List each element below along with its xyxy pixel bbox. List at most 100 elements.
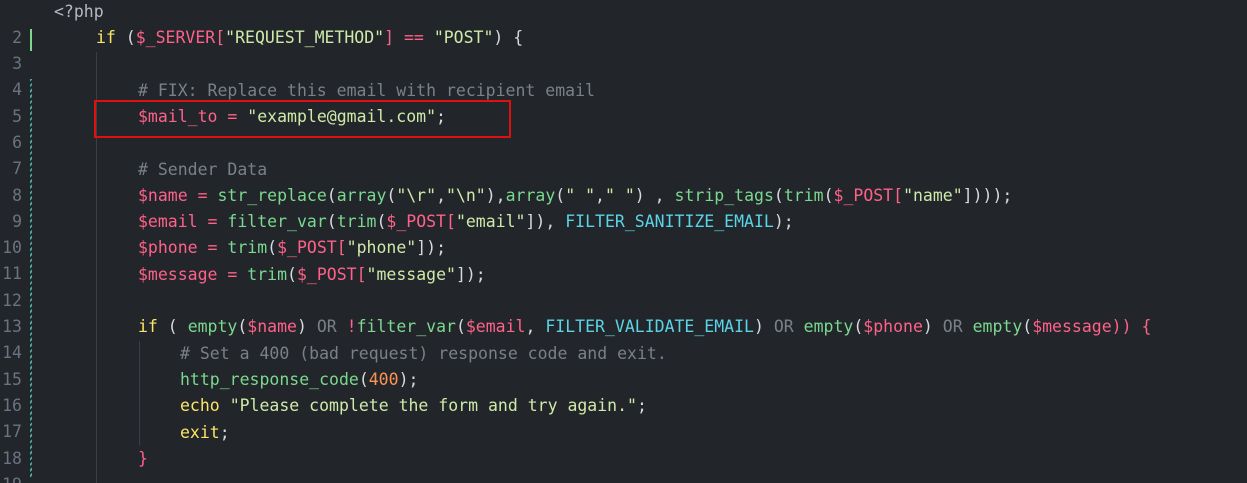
function: strip_tags (674, 186, 774, 205)
string: "phone" (346, 238, 417, 257)
token: ( (326, 212, 337, 231)
code-line[interactable]: 16 http_response_code(400); (0, 367, 1247, 415)
token: ) (753, 317, 774, 336)
string: "Please complete the form and try again.… (229, 396, 637, 415)
token: ; (436, 107, 446, 126)
string: "\n" (446, 186, 486, 205)
token: ]))); (962, 186, 1013, 205)
token: ), (485, 186, 506, 205)
token: ( (115, 28, 136, 47)
keyword: exit (180, 423, 220, 442)
token: [ (336, 238, 347, 257)
token: ( (773, 186, 784, 205)
code-editor[interactable]: 2 <?php 3 if ($_SERVER["REQUEST_METHOD"]… (0, 0, 1247, 483)
token: ( (1022, 317, 1033, 336)
string: " " (565, 186, 596, 205)
token: [ (215, 28, 226, 47)
code-line[interactable]: 4 (0, 51, 1247, 99)
constant: FILTER_VALIDATE_EMAIL (545, 317, 754, 336)
keyword: echo (180, 396, 220, 415)
code-line[interactable]: 10 $email = filter_var(trim($_POST["emai… (0, 209, 1247, 257)
variable: $email (465, 317, 526, 336)
token: ( (267, 238, 278, 257)
code-line[interactable]: 7 (0, 130, 1247, 178)
function: empty (803, 317, 854, 336)
variable: $_SERVER (135, 28, 216, 47)
token: ] (384, 28, 395, 47)
code-line[interactable]: 2 <?php (0, 0, 1247, 47)
comment: # Set a 400 (bad request) response code … (180, 344, 667, 363)
function: filter_var (227, 212, 327, 231)
string: "name" (903, 186, 963, 205)
token: ( (853, 317, 864, 336)
code-line[interactable]: 14 if ( empty($name) OR !filter_var($ema… (0, 314, 1247, 362)
code-line[interactable]: 11 $phone = trim($_POST["phone"]); (0, 235, 1247, 283)
token: ]), (525, 212, 566, 231)
token: ) (922, 317, 943, 336)
string: " " (604, 186, 635, 205)
variable: $message (138, 265, 218, 284)
operator: = (197, 212, 228, 231)
function: empty (972, 317, 1023, 336)
operator: = (187, 186, 218, 205)
token: ( (555, 186, 566, 205)
operator: = (197, 238, 228, 257)
token: ) (296, 317, 317, 336)
code-line[interactable]: 19 } (0, 446, 1247, 483)
variable: $_POST (833, 186, 894, 205)
keyword: if (96, 28, 116, 47)
token: [ (893, 186, 904, 205)
function: str_replace (217, 186, 327, 205)
token: ) , (634, 186, 675, 205)
operator: OR (316, 317, 337, 336)
variable: $phone (863, 317, 923, 336)
variable: $_POST (296, 265, 357, 284)
operator: OR (942, 317, 963, 336)
variable: $email (138, 212, 198, 231)
code-line[interactable]: 13 (0, 288, 1247, 336)
string: "\r" (396, 186, 437, 205)
variable: $name (247, 317, 297, 336)
token: ; (219, 423, 230, 442)
variable: $message (1032, 317, 1112, 336)
function: empty (187, 317, 238, 336)
code-line[interactable]: 3 if ($_SERVER["REQUEST_METHOD"] == "POS… (0, 25, 1247, 73)
token: , (595, 186, 605, 205)
token: ; (636, 396, 647, 415)
variable: $_POST (386, 212, 446, 231)
string: "POST" (433, 28, 494, 47)
code-line[interactable]: 9 $name = str_replace(array("\r","\n"),a… (0, 183, 1247, 231)
token: [ (356, 265, 367, 284)
token: ( (237, 317, 248, 336)
code-line[interactable]: 15 # Set a 400 (bad request) response co… (0, 341, 1247, 389)
php-open-tag: <?php (54, 2, 104, 21)
token: ( (823, 186, 834, 205)
token: ( (386, 186, 397, 205)
token: ]); (455, 265, 486, 284)
variable: $_POST (277, 238, 337, 257)
token: } (138, 449, 148, 468)
token: , (436, 186, 446, 205)
token: ( (287, 265, 297, 284)
variable: $phone (138, 238, 198, 257)
comment: # FIX: Replace this email with recipient… (138, 81, 595, 100)
token: ( (157, 317, 188, 336)
operator: == (394, 28, 434, 47)
function: trim (227, 238, 268, 257)
token: ); (398, 370, 419, 389)
code-line[interactable]: 17 echo "Please complete the form and tr… (0, 393, 1247, 441)
code-line[interactable]: 8 # Sender Data (0, 157, 1247, 205)
code-line[interactable]: 12 $message = trim($_POST["message"]); (0, 262, 1247, 310)
string: "email" (455, 212, 526, 231)
token: ]); (416, 238, 447, 257)
token: ( (358, 370, 369, 389)
token: )) { (1111, 317, 1152, 336)
operator: = (217, 107, 248, 126)
variable: $mail_to (138, 107, 218, 126)
code-line[interactable]: 5 # FIX: Replace this email with recipie… (0, 78, 1247, 126)
code-line[interactable]: 6 $mail_to = "example@gmail.com"; (0, 104, 1247, 152)
code-line[interactable]: 18 exit; (0, 420, 1247, 468)
